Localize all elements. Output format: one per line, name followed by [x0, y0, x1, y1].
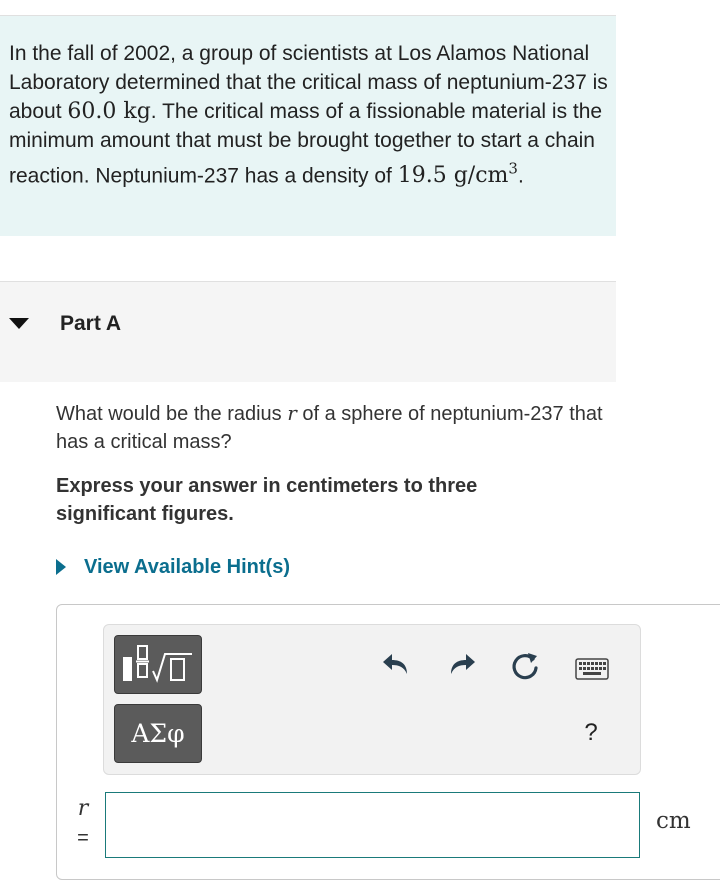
templates-icon — [123, 644, 192, 683]
expand-caret-icon — [56, 559, 66, 575]
redo-icon[interactable] — [446, 648, 478, 680]
greek-symbols-button[interactable]: ΑΣφ — [114, 704, 202, 763]
answer-variable: r — [77, 796, 89, 821]
density-base: 19.5 g/cm — [397, 163, 509, 189]
problem-intro: In the fall of 2002, a group of scientis… — [0, 15, 616, 236]
intro-text-part: . — [517, 164, 524, 188]
help-button[interactable]: ? — [576, 718, 606, 748]
question-text: What would be the radius r of a sphere o… — [56, 399, 616, 456]
templates-button[interactable] — [114, 635, 202, 694]
question-text-part: What would be the radius — [56, 403, 288, 425]
reset-icon[interactable] — [508, 649, 542, 683]
view-hints-link[interactable]: View Available Hint(s) — [56, 553, 290, 581]
part-a-header[interactable]: Part A — [0, 281, 616, 382]
intro-text: In the fall of 2002, a group of scientis… — [9, 39, 609, 190]
answer-instruction: Express your answer in centimeters to th… — [56, 475, 478, 525]
hint-label: View Available Hint(s) — [84, 555, 290, 578]
undo-icon[interactable] — [380, 648, 412, 680]
question-variable: r — [287, 401, 297, 425]
part-title: Part A — [60, 312, 122, 335]
equals-sign: = — [77, 827, 89, 849]
density-exponent: 3 — [508, 160, 518, 178]
collapse-caret-icon[interactable] — [9, 318, 29, 329]
unit-label: cm — [656, 808, 691, 834]
radius-answer-input[interactable] — [105, 792, 640, 858]
keyboard-icon[interactable] — [574, 656, 610, 682]
mass-value: 60.0 kg — [67, 99, 151, 124]
density-value: 19.5 g/cm3 — [397, 160, 518, 189]
